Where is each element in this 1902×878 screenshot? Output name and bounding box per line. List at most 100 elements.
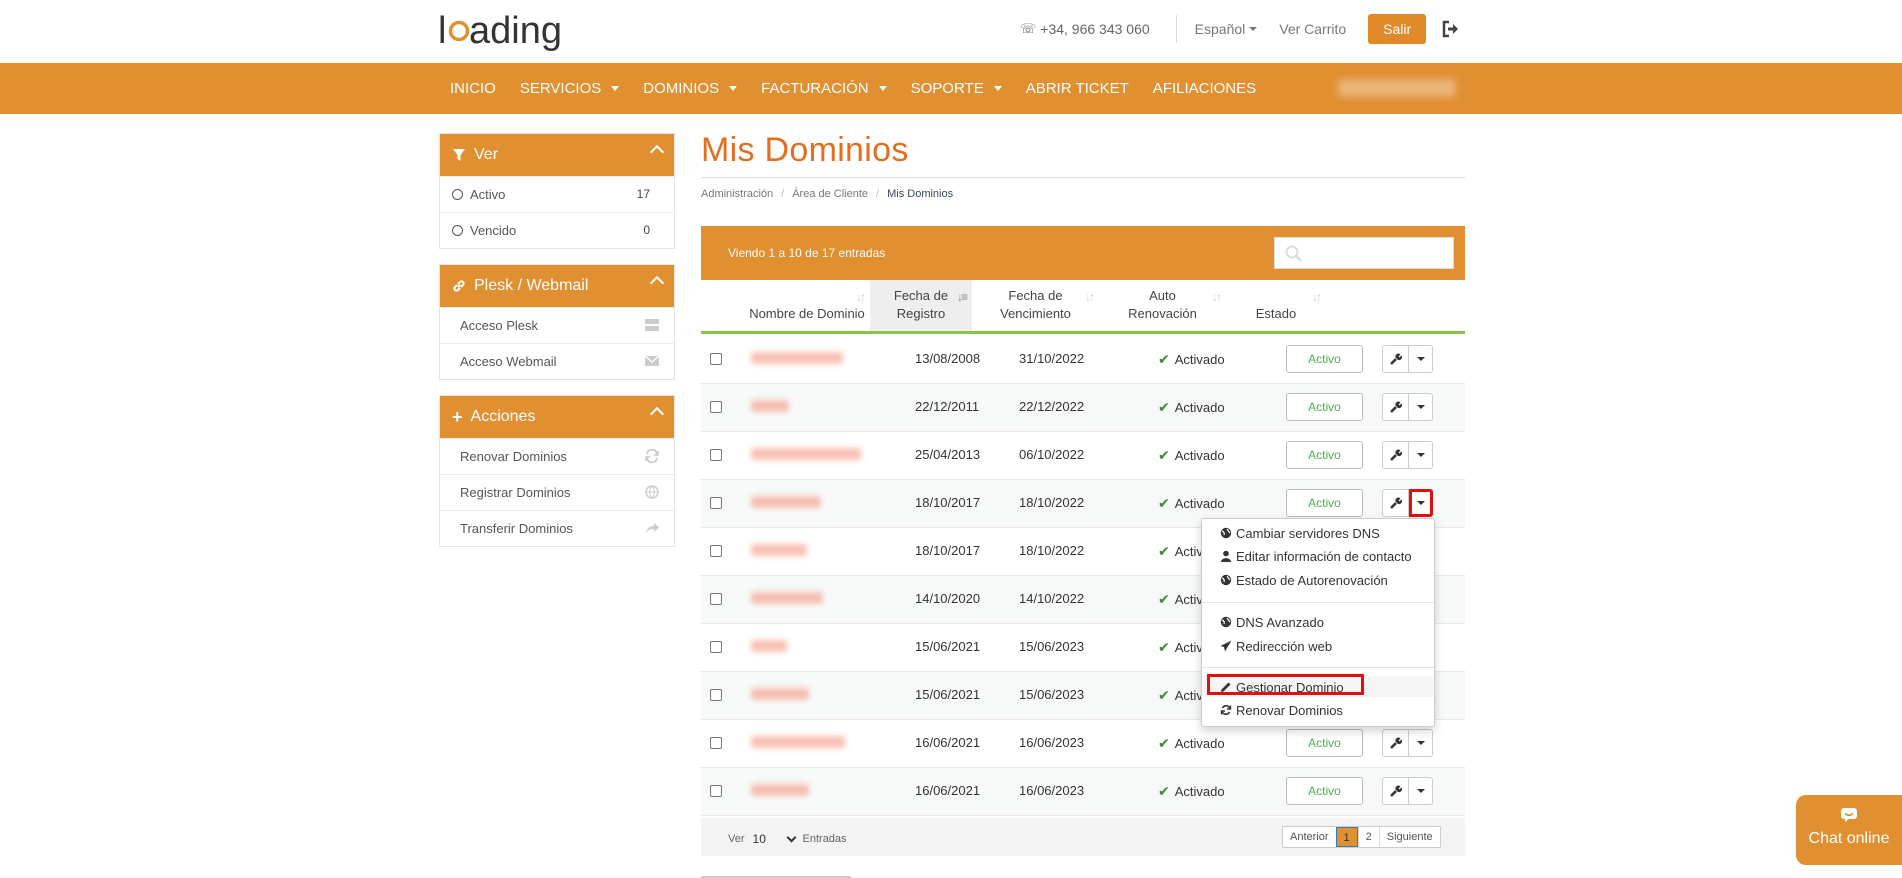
acceso-webmail-link[interactable]: Acceso Webmail bbox=[440, 343, 674, 379]
pagination-page-1[interactable]: 1 bbox=[1335, 827, 1358, 847]
loading-logo[interactable]: l ading bbox=[438, 5, 573, 55]
row-checkbox[interactable] bbox=[710, 689, 722, 701]
table-row: 25/04/2013 06/10/2022 ✔ Activado Activo bbox=[701, 432, 1465, 480]
registrar-dominios-link[interactable]: Registrar Dominios bbox=[440, 474, 674, 510]
filter-count: 17 bbox=[636, 187, 650, 201]
check-icon: ✔ bbox=[1158, 351, 1170, 367]
auto-renovacion: ✔ Activado bbox=[1158, 783, 1225, 800]
menu-item-redireccion-web[interactable]: Redirección web bbox=[1220, 635, 1332, 657]
table-row: 22/12/2011 22/12/2022 ✔ Activado Activo bbox=[701, 384, 1465, 432]
svg-text:ading: ading bbox=[469, 10, 562, 52]
chat-online-button[interactable]: Chat online bbox=[1796, 795, 1902, 865]
col-auto-renovacion[interactable]: Auto Renovación ↓↑ bbox=[1099, 280, 1226, 331]
check-icon: ✔ bbox=[1158, 783, 1170, 799]
auto-renovacion: ✔ Activado bbox=[1158, 351, 1225, 368]
row-checkbox[interactable] bbox=[710, 785, 722, 797]
sign-out-icon[interactable] bbox=[1440, 18, 1462, 40]
row-actions-dropdown-toggle[interactable] bbox=[1409, 441, 1433, 469]
domain-name-redacted[interactable] bbox=[751, 352, 843, 364]
row-checkbox[interactable] bbox=[710, 545, 722, 557]
pagination-page-2[interactable]: 2 bbox=[1357, 827, 1379, 847]
nav-item-dominios[interactable]: DOMINIOS bbox=[643, 80, 738, 97]
status-badge[interactable]: Activo bbox=[1286, 393, 1363, 421]
renovar-dominios-link[interactable]: Renovar Dominios bbox=[440, 438, 674, 474]
transferir-dominios-link[interactable]: Transferir Dominios bbox=[440, 510, 674, 546]
menu-item-renovar-dominios[interactable]: Renovar Dominios bbox=[1220, 699, 1343, 721]
chevron-up-icon[interactable] bbox=[649, 275, 665, 291]
pagination-next[interactable]: Siguiente bbox=[1378, 827, 1440, 847]
nav-item-facturacion[interactable]: FACTURACIÓN bbox=[761, 80, 887, 97]
nav-item-soporte[interactable]: SOPORTE bbox=[911, 80, 1002, 97]
row-actions-dropdown-toggle[interactable] bbox=[1409, 777, 1433, 805]
row-actions-dropdown-toggle[interactable] bbox=[1409, 729, 1433, 757]
manage-wrench-button[interactable] bbox=[1382, 729, 1409, 757]
menu-item-estado-autorenovacion[interactable]: Estado de Autorenovación bbox=[1220, 569, 1388, 591]
radio-button[interactable] bbox=[452, 189, 463, 200]
filter-vencido[interactable]: Vencido 0 bbox=[440, 212, 674, 248]
row-actions-dropdown-toggle[interactable] bbox=[1409, 345, 1433, 373]
col-fecha-vencimiento[interactable]: Fecha de Vencimiento ↓↑ bbox=[972, 280, 1099, 331]
domain-name-redacted[interactable] bbox=[751, 496, 821, 508]
pagination-prev[interactable]: Anterior bbox=[1283, 827, 1336, 847]
logout-button[interactable]: Salir bbox=[1368, 14, 1427, 44]
nav-item-afiliaciones[interactable]: AFILIACIONES bbox=[1153, 80, 1256, 97]
breadcrumb-item[interactable]: Área de Cliente bbox=[792, 188, 868, 200]
row-actions-dropdown-toggle[interactable] bbox=[1409, 489, 1433, 517]
menu-item-cambiar-dns[interactable]: Cambiar servidores DNS bbox=[1220, 522, 1380, 544]
status-badge[interactable]: Activo bbox=[1286, 345, 1363, 373]
panel-ver-header[interactable]: Ver bbox=[440, 134, 674, 176]
domain-name-redacted[interactable] bbox=[751, 448, 861, 460]
panel-acciones-header[interactable]: + Acciones bbox=[440, 396, 674, 438]
manage-wrench-button[interactable] bbox=[1382, 393, 1409, 421]
manage-wrench-button[interactable] bbox=[1382, 441, 1409, 469]
acceso-plesk-link[interactable]: Acceso Plesk bbox=[440, 307, 674, 343]
sort-icon: ↓↑ bbox=[856, 290, 866, 304]
nav-item-abrir-ticket[interactable]: ABRIR TICKET bbox=[1026, 80, 1129, 97]
row-checkbox[interactable] bbox=[710, 497, 722, 509]
domain-name-redacted[interactable] bbox=[751, 592, 823, 604]
manage-wrench-button[interactable] bbox=[1382, 345, 1409, 373]
domain-name-redacted[interactable] bbox=[751, 400, 789, 412]
page-size-select[interactable]: 10 bbox=[751, 829, 797, 849]
domain-name-redacted[interactable] bbox=[751, 736, 845, 748]
phone-link[interactable]: ☏ +34, 966 343 060 bbox=[1020, 21, 1150, 37]
row-checkbox[interactable] bbox=[710, 737, 722, 749]
chevron-up-icon[interactable] bbox=[649, 144, 665, 160]
table-search-input[interactable] bbox=[1274, 237, 1454, 269]
cart-link[interactable]: Ver Carrito bbox=[1279, 21, 1346, 37]
domain-name-redacted[interactable] bbox=[751, 784, 809, 796]
manage-wrench-button[interactable] bbox=[1382, 777, 1409, 805]
menu-item-dns-avanzado[interactable]: DNS Avanzado bbox=[1220, 611, 1324, 633]
status-badge[interactable]: Activo bbox=[1286, 441, 1363, 469]
row-checkbox[interactable] bbox=[710, 641, 722, 653]
domain-name-redacted[interactable] bbox=[751, 688, 809, 700]
language-selector[interactable]: Español bbox=[1195, 21, 1258, 37]
col-fecha-registro[interactable]: Fecha de Registro ↓≡ bbox=[870, 280, 972, 331]
row-checkbox[interactable] bbox=[710, 401, 722, 413]
filter-activo[interactable]: Activo 17 bbox=[440, 176, 674, 212]
panel-title: Acciones bbox=[470, 408, 536, 425]
radio-button[interactable] bbox=[452, 225, 463, 236]
breadcrumb-item[interactable]: Administración bbox=[701, 188, 773, 200]
wrench-icon bbox=[1389, 497, 1402, 509]
row-checkbox[interactable] bbox=[710, 353, 722, 365]
row-checkbox[interactable] bbox=[710, 593, 722, 605]
manage-wrench-button[interactable] bbox=[1382, 489, 1409, 517]
status-badge[interactable]: Activo bbox=[1286, 729, 1363, 757]
status-badge[interactable]: Activo bbox=[1286, 777, 1363, 805]
col-estado[interactable]: Estado ↓↑ bbox=[1226, 280, 1326, 331]
nav-item-servicios[interactable]: SERVICIOS bbox=[520, 80, 620, 97]
user-account-menu-blurred[interactable] bbox=[1338, 79, 1456, 97]
row-checkbox[interactable] bbox=[710, 449, 722, 461]
chevron-up-icon[interactable] bbox=[649, 406, 665, 422]
nav-item-inicio[interactable]: INICIO bbox=[450, 80, 496, 97]
row-actions-dropdown-toggle[interactable] bbox=[1409, 393, 1433, 421]
caret-down-icon bbox=[993, 86, 1002, 91]
status-badge[interactable]: Activo bbox=[1286, 489, 1363, 517]
domain-name-redacted[interactable] bbox=[751, 544, 807, 556]
table-row: 13/08/2008 31/10/2022 ✔ Activado Activo bbox=[701, 336, 1465, 384]
domain-name-redacted[interactable] bbox=[751, 640, 787, 652]
col-nombre[interactable]: Nombre de Dominio ↓↑ bbox=[744, 280, 870, 331]
menu-item-editar-contacto[interactable]: Editar información de contacto bbox=[1220, 545, 1412, 567]
panel-plesk-header[interactable]: Plesk / Webmail bbox=[440, 265, 674, 307]
